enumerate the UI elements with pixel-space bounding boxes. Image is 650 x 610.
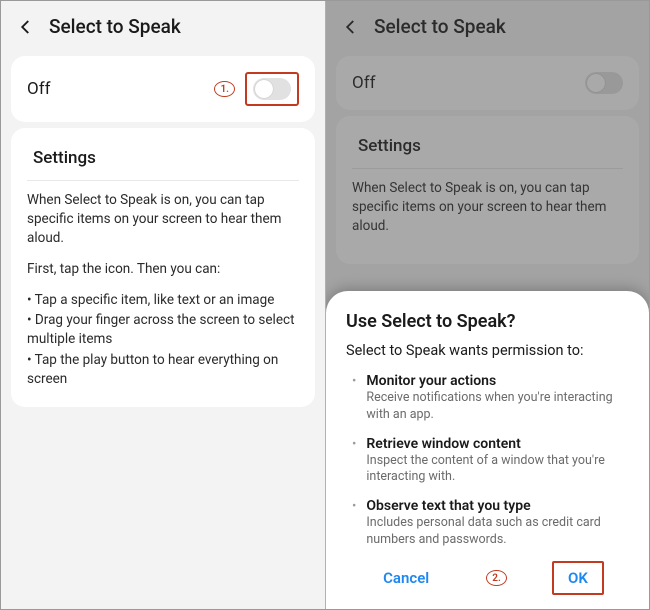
screenshot-right: Select to Speak Off Settings When Select…: [325, 1, 649, 609]
desc-para-1: When Select to Speak is on, you can tap …: [352, 179, 623, 236]
permission-title: Monitor your actions: [366, 373, 629, 389]
app-header: Select to Speak: [1, 1, 325, 50]
feature-toggle[interactable]: [585, 72, 623, 94]
screenshot-left: Select to Speak Off 1. Settings When Sel…: [1, 1, 325, 609]
permission-item: Observe text that you type Includes pers…: [352, 498, 629, 549]
back-icon[interactable]: [17, 18, 35, 36]
highlight-box-1: [245, 72, 299, 106]
feature-toggle[interactable]: [253, 78, 291, 100]
permission-title: Observe text that you type: [366, 498, 629, 514]
desc-para-1: When Select to Speak is on, you can tap …: [27, 191, 299, 248]
page-title: Select to Speak: [374, 15, 506, 38]
permission-list: Monitor your actions Receive notificatio…: [346, 373, 629, 549]
app-header: Select to Speak: [326, 1, 649, 50]
ok-button[interactable]: OK: [552, 561, 604, 595]
page-title: Select to Speak: [49, 15, 181, 38]
permission-item: Retrieve window content Inspect the cont…: [352, 436, 629, 487]
callout-marker-1: 1.: [214, 81, 235, 97]
toggle-state-label: Off: [352, 73, 376, 93]
settings-card: Settings When Select to Speak is on, you…: [336, 116, 639, 264]
dialog-title: Use Select to Speak?: [346, 311, 629, 332]
permission-dialog: Use Select to Speak? Select to Speak wan…: [326, 291, 649, 609]
dialog-actions: Cancel 2. OK: [346, 561, 629, 595]
desc-bullet: Tap a specific item, like text or an ima…: [27, 291, 299, 310]
dialog-subtitle: Select to Speak wants permission to:: [346, 342, 629, 359]
settings-description: When Select to Speak is on, you can tap …: [352, 179, 623, 236]
permission-item: Monitor your actions Receive notificatio…: [352, 373, 629, 424]
toggle-card: Off 1.: [11, 56, 315, 122]
permission-desc: Receive notifications when you're intera…: [366, 390, 629, 424]
cancel-button[interactable]: Cancel: [371, 561, 441, 595]
callout-marker-2: 2.: [486, 570, 507, 586]
settings-description: When Select to Speak is on, you can tap …: [27, 191, 299, 389]
back-icon[interactable]: [342, 18, 360, 36]
toggle-card: Off: [336, 56, 639, 110]
desc-bullet: Tap the play button to hear everything o…: [27, 351, 299, 389]
toggle-state-label: Off: [27, 79, 51, 99]
desc-bullet: Drag your finger across the screen to se…: [27, 311, 299, 349]
settings-heading[interactable]: Settings: [352, 132, 623, 169]
permission-title: Retrieve window content: [366, 436, 629, 452]
permission-desc: Inspect the content of a window that you…: [366, 453, 629, 487]
desc-para-2: First, tap the icon. Then you can:: [27, 260, 299, 279]
settings-card: Settings When Select to Speak is on, you…: [11, 128, 315, 407]
permission-desc: Includes personal data such as credit ca…: [366, 515, 629, 549]
settings-heading[interactable]: Settings: [27, 144, 299, 181]
